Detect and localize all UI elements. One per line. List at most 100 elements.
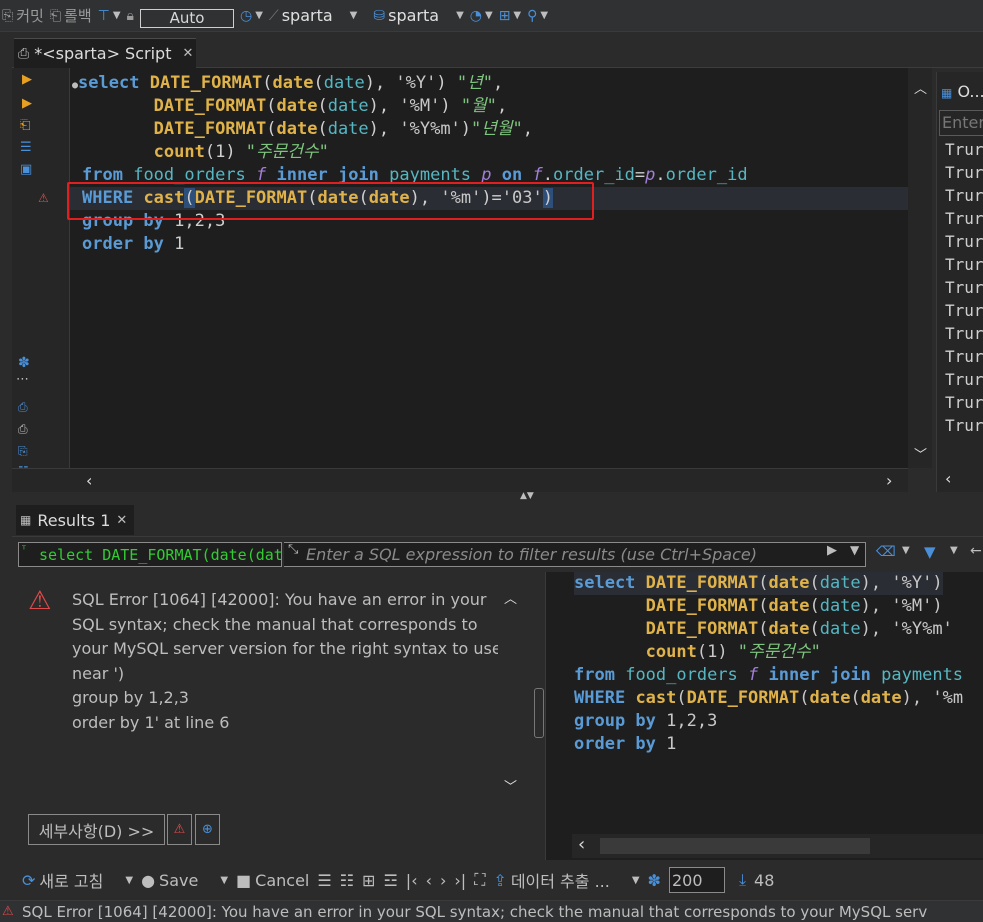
help-button[interactable]: ⊕ [195, 814, 220, 845]
schema-selector[interactable]: ⛁ sparta ▼ [373, 6, 463, 25]
outline-row[interactable]: Trur [945, 416, 983, 435]
outline-row[interactable]: Trur [945, 140, 983, 159]
sql-editor[interactable]: ▶ ▶ ⎗ ☰ ▣ ⚠ ✽ ⋯ ⎙ ⎙ ⎘ ☷ ●select DATE_FOR… [12, 68, 908, 478]
code-line-4: count(1) "주문건수" [153, 142, 329, 162]
eraser-icon[interactable]: ⌫ [876, 544, 896, 560]
export-button[interactable]: ⇪ 데이터 추출 ... [493, 868, 609, 892]
check-icon: ● [141, 870, 156, 890]
cancel-button[interactable]: ■ Cancel [236, 871, 309, 890]
file-error-icon[interactable]: ⎙ [18, 422, 28, 437]
prev-page-icon[interactable]: ‹ [426, 871, 432, 890]
scrollbar-thumb[interactable] [600, 838, 870, 854]
file-data-icon[interactable]: ⎘ [18, 444, 28, 459]
error-vertical-scrollbar[interactable]: ︿ ﹀ [498, 584, 524, 802]
commit-button[interactable]: ⎘ 커밋 [2, 5, 44, 26]
chevron-left-icon[interactable]: ‹ [86, 471, 92, 490]
code-line-1: ●select DATE_FORMAT(date(date), '%Y') "년… [72, 73, 504, 93]
more-icon[interactable]: ⋯ [16, 372, 29, 387]
outline-row[interactable]: Trur [945, 370, 983, 389]
delete-row-icon[interactable]: ☲ [383, 871, 397, 890]
outline-row[interactable]: Trur [945, 324, 983, 343]
apply-filter-icon[interactable]: ▶ [827, 543, 837, 558]
preview-line-3: DATE_FORMAT(date(date), '%Y%m' [645, 619, 953, 639]
outline-row[interactable]: Trur [945, 301, 983, 320]
chevron-down-icon[interactable]: ▼ [902, 545, 910, 556]
lock-button[interactable]: 🔒︎ [127, 8, 134, 24]
file-icon[interactable]: ⎙ [18, 400, 28, 415]
add-row-icon[interactable]: ☷ [340, 871, 354, 890]
outline-filter-input[interactable]: Enter [939, 110, 983, 136]
chevron-up-icon[interactable]: ︿ [504, 588, 517, 607]
run-statement-icon[interactable]: ▶ [22, 72, 32, 87]
save-button[interactable]: ● Save [141, 871, 198, 890]
resize-handle-icon[interactable]: ▲▼ [520, 491, 534, 501]
preview-line-4: count(1) "주문건수" [645, 642, 821, 662]
left-sidebar [0, 32, 12, 922]
transaction-mode-button[interactable]: ⊤ ▼ [98, 8, 121, 24]
back-icon[interactable]: ← [970, 543, 982, 559]
rollback-button[interactable]: ⎗ 롤백 [50, 5, 92, 26]
chevron-right-icon[interactable]: › [886, 471, 892, 490]
outline-row[interactable]: Trur [945, 255, 983, 274]
error-log-button[interactable]: ⚠ [167, 814, 192, 845]
last-page-icon[interactable]: ›| [454, 871, 466, 890]
tab-title: *<sparta> Script [34, 44, 172, 63]
details-button[interactable]: 세부사항(D) >> [28, 814, 165, 845]
cancel-icon: ■ [236, 870, 252, 890]
tools-button[interactable]: ⊞ ▼ [499, 8, 521, 24]
transaction-mode-field[interactable]: Auto [139, 8, 234, 28]
outline-row[interactable]: Trur [945, 347, 983, 366]
outline-row[interactable]: Trur [945, 209, 983, 228]
edit-rows-icon[interactable]: ☰ [317, 871, 331, 890]
main-toolbar: ⎘ 커밋 ⎗ 롤백 ⊤ ▼ 🔒︎ Auto ◷ ▼ ⟋ sparta ▼ ⛁ s… [0, 0, 983, 32]
chevron-left-icon[interactable]: ‹ [945, 469, 951, 488]
filter-input[interactable]: Enter a SQL expression to filter results… [284, 542, 866, 567]
execute-icon[interactable]: ⎗ [20, 118, 30, 133]
chevron-left-icon[interactable]: ‹ [578, 834, 585, 855]
history-button[interactable]: ◷ ▼ [240, 8, 263, 24]
first-page-icon[interactable]: |‹ [406, 871, 418, 890]
dashboard-button[interactable]: ◔ ▼ [470, 8, 493, 24]
outline-row[interactable]: Trur [945, 186, 983, 205]
next-page-icon[interactable]: › [440, 871, 446, 890]
chevron-down-icon[interactable]: ▼ [632, 875, 640, 886]
copy-row-icon[interactable]: ⊞ [362, 871, 375, 890]
close-icon[interactable]: ✕ [116, 513, 127, 528]
preview-horizontal-scrollbar[interactable]: ‹ [572, 834, 983, 858]
query-text-field[interactable]: select DATE_FORMAT(date(date [18, 542, 282, 567]
filter-history-icon[interactable]: ▼ [850, 543, 859, 557]
outline-row[interactable]: Trur [945, 232, 983, 251]
terminal-icon[interactable]: ▣ [20, 162, 32, 177]
chevron-down-icon[interactable]: ▼ [220, 875, 228, 886]
settings-icon[interactable]: ✽ [18, 355, 30, 371]
filter-icon[interactable]: ▼ [924, 543, 936, 561]
fit-icon[interactable]: ⛶ [474, 870, 485, 890]
close-icon[interactable]: ✕ [182, 46, 193, 61]
gauge-icon: ◔ [469, 7, 482, 24]
run-script-icon[interactable]: ▶ [22, 96, 32, 111]
preview-line-7: group by 1,2,3 [574, 711, 718, 731]
chevron-up-icon[interactable]: ︿ [914, 78, 927, 97]
explain-icon[interactable]: ☰ [20, 140, 32, 155]
cancel-label: Cancel [255, 870, 310, 890]
datasource-selector[interactable]: ⟋ sparta ▼ [269, 6, 357, 25]
chevron-down-icon[interactable]: ﹀ [914, 444, 927, 463]
commit-label: 커밋 [16, 7, 44, 25]
chevron-down-icon[interactable]: ▼ [125, 875, 133, 886]
outline-row[interactable]: Trur [945, 278, 983, 297]
panel-splitter-handle[interactable] [534, 688, 544, 738]
chevron-down-icon[interactable]: ﹀ [504, 776, 517, 795]
rollback-label: 롤백 [64, 7, 92, 25]
editor-vertical-scrollbar[interactable]: ︿ ﹀ [908, 68, 932, 468]
fetch-size-input[interactable]: 200 [668, 867, 725, 893]
refresh-button[interactable]: ⟳ 새로 고침 [22, 868, 103, 892]
tab-results-1[interactable]: ▦ Results 1 ✕ [16, 505, 134, 535]
outline-tab[interactable]: ▦ O... [941, 82, 983, 101]
editor-horizontal-scrollbar[interactable]: ‹ › [12, 468, 908, 492]
outline-row[interactable]: Trur [945, 393, 983, 412]
tab-script[interactable]: ⎙ *<sparta> Script ✕ [14, 38, 196, 68]
search-button[interactable]: ⚲ ▼ [527, 8, 548, 24]
expand-icon: ⤡ [288, 542, 299, 557]
outline-row[interactable]: Trur [945, 163, 983, 182]
chevron-down-icon[interactable]: ▼ [950, 545, 958, 556]
